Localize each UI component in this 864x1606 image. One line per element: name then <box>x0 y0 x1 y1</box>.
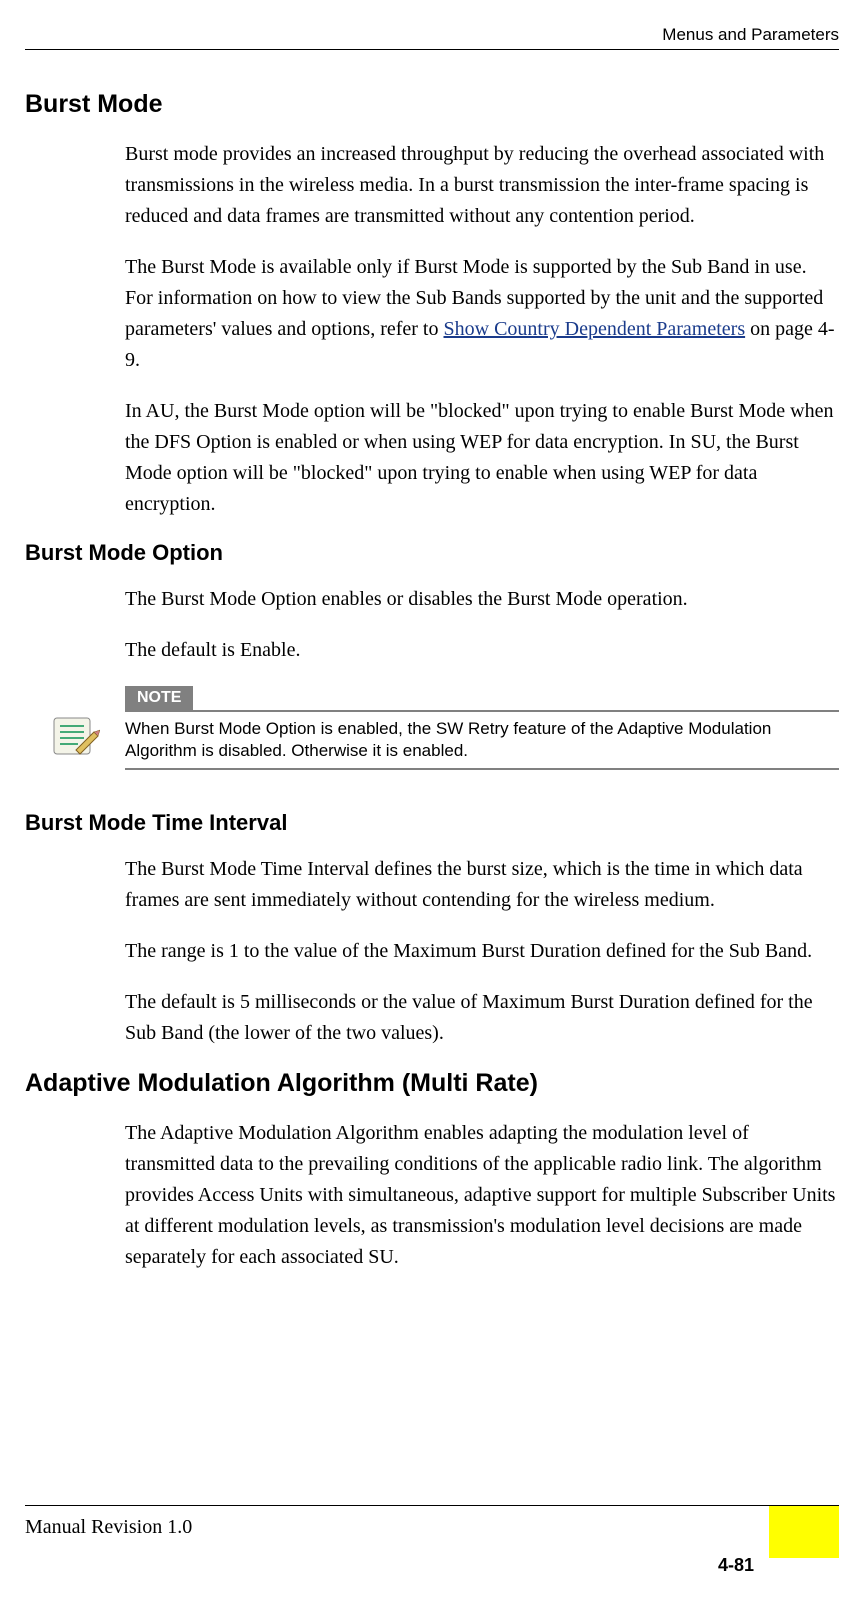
heading-burst-mode-time-interval: Burst Mode Time Interval <box>25 810 839 836</box>
paragraph: The default is Enable. <box>125 635 839 666</box>
note-label: NOTE <box>125 686 193 710</box>
note-box: NOTE When Burst Mode Option is enabled, … <box>25 686 839 770</box>
page-footer: Manual Revision 1.0 4-81 <box>25 1502 839 1576</box>
note-icon <box>50 714 100 758</box>
note-text: When Burst Mode Option is enabled, the S… <box>125 710 839 770</box>
running-header: Menus and Parameters <box>25 25 839 50</box>
heading-burst-mode-option: Burst Mode Option <box>25 540 839 566</box>
paragraph: The Burst Mode Time Interval defines the… <box>125 854 839 916</box>
paragraph: The range is 1 to the value of the Maxim… <box>125 936 839 967</box>
heading-adaptive-modulation: Adaptive Modulation Algorithm (Multi Rat… <box>25 1069 839 1098</box>
paragraph: The Burst Mode is available only if Burs… <box>125 252 839 376</box>
paragraph: The default is 5 milliseconds or the val… <box>125 987 839 1049</box>
page-tab <box>769 1506 839 1576</box>
paragraph: The Adaptive Modulation Algorithm enable… <box>125 1118 839 1273</box>
heading-burst-mode: Burst Mode <box>25 90 839 119</box>
page-number: 4-81 <box>718 1555 754 1576</box>
paragraph: Burst mode provides an increased through… <box>125 139 839 232</box>
link-show-country-dependent-parameters[interactable]: Show Country Dependent Parameters <box>444 318 746 340</box>
paragraph: The Burst Mode Option enables or disable… <box>125 584 839 615</box>
footer-revision: Manual Revision 1.0 <box>25 1516 192 1539</box>
paragraph: In AU, the Burst Mode option will be "bl… <box>125 396 839 520</box>
